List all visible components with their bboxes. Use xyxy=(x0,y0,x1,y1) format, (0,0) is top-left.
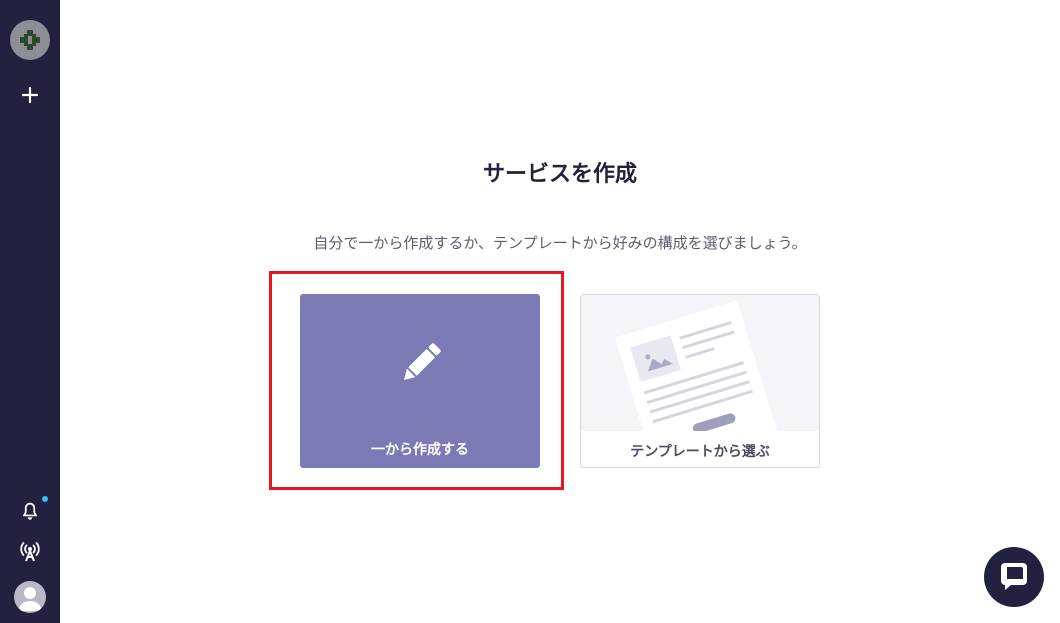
template-document-icon xyxy=(615,300,781,431)
pencil-icon xyxy=(404,343,441,380)
choose-template-card[interactable]: テンプレートから選ぶ xyxy=(580,294,820,468)
chat-button[interactable] xyxy=(984,547,1044,607)
chat-bubble-icon xyxy=(1001,563,1027,590)
create-from-scratch-card[interactable]: 一から作成する xyxy=(300,294,540,468)
puzzle-icon xyxy=(20,30,40,50)
create-from-scratch-label: 一から作成する xyxy=(371,442,469,458)
page-subtitle: 自分で一から作成するか、テンプレートから好みの構成を選びましょう。 xyxy=(313,234,807,252)
add-icon[interactable] xyxy=(18,83,42,107)
bell-icon[interactable] xyxy=(19,500,41,522)
workspace-logo[interactable] xyxy=(10,20,50,60)
antenna-icon[interactable] xyxy=(18,540,42,564)
user-avatar[interactable] xyxy=(14,581,46,613)
user-icon xyxy=(18,587,42,611)
notification-dot xyxy=(42,496,48,502)
choose-template-label: テンプレートから選ぶ xyxy=(630,444,770,460)
page-title: サービスを作成 xyxy=(482,162,637,187)
template-illustration xyxy=(581,295,819,431)
sidebar xyxy=(0,0,60,623)
